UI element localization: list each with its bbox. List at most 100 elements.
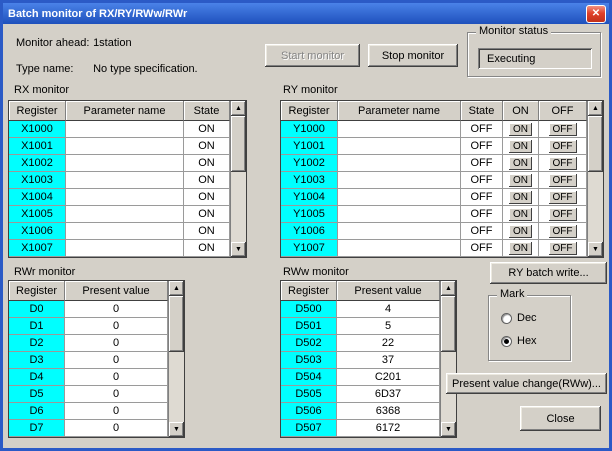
register-cell: Y1002: [281, 155, 338, 172]
scroll-thumb[interactable]: [169, 296, 184, 352]
ry-off-button[interactable]: OFF: [549, 225, 577, 238]
window-title: Batch monitor of RX/RY/RWw/RWr: [8, 8, 586, 20]
scroll-down-button[interactable]: ▼: [169, 422, 184, 437]
close-button[interactable]: Close: [520, 406, 601, 431]
ry-off-button[interactable]: OFF: [549, 242, 577, 255]
table-row: X1006ON: [9, 223, 230, 240]
ry-monitor-table: Register Parameter name State ON OFF Y10…: [280, 100, 604, 258]
register-cell: X1006: [9, 223, 66, 240]
scroll-down-button[interactable]: ▼: [231, 242, 246, 257]
rww-header-register: Register: [281, 281, 337, 301]
ry-on-button[interactable]: ON: [509, 208, 532, 221]
parameter-cell: [338, 189, 461, 206]
present-value-change-button[interactable]: Present value change(RWw)...: [446, 373, 607, 394]
ry-on-button[interactable]: ON: [509, 242, 532, 255]
scroll-up-icon: ▲: [235, 105, 242, 112]
parameter-cell: [338, 121, 461, 138]
table-row: Y1007 OFF ON OFF: [281, 240, 587, 257]
scroll-down-icon: ▼: [592, 246, 599, 253]
rww-header-row: Register Present value: [281, 281, 440, 301]
parameter-cell: [66, 223, 184, 240]
register-cell: X1005: [9, 206, 66, 223]
parameter-cell: [338, 155, 461, 172]
ry-off-button[interactable]: OFF: [549, 123, 577, 136]
ry-batch-write-button[interactable]: RY batch write...: [490, 262, 607, 284]
register-cell: D0: [9, 301, 65, 318]
scroll-down-icon: ▼: [445, 426, 452, 433]
ry-on-button[interactable]: ON: [509, 123, 532, 136]
table-row: X1001ON: [9, 138, 230, 155]
value-cell: 6D37: [337, 386, 440, 403]
table-row: D20: [9, 335, 168, 352]
vertical-scrollbar[interactable]: ▲ ▼: [168, 281, 184, 437]
rx-header-register: Register: [9, 101, 66, 121]
table-row: Y1001OFFONOFF: [281, 138, 587, 155]
ry-on-button[interactable]: ON: [509, 157, 532, 170]
table-row: Y1005OFFONOFF: [281, 206, 587, 223]
scroll-up-button[interactable]: ▲: [588, 101, 603, 116]
radio-option-hex[interactable]: Hex: [501, 335, 537, 347]
monitor-ahead-value: 1station: [93, 37, 132, 49]
parameter-cell: [66, 138, 184, 155]
register-cell: X1007: [9, 240, 66, 257]
ry-off-button[interactable]: OFF: [549, 140, 577, 153]
value-cell: 0: [65, 301, 168, 318]
ry-on-button[interactable]: ON: [509, 140, 532, 153]
table-row: D30: [9, 352, 168, 369]
vertical-scrollbar[interactable]: ▲ ▼: [440, 281, 456, 437]
table-row: Y1000OFFONOFF: [281, 121, 587, 138]
table-row: D60: [9, 403, 168, 420]
rx-header-state: State: [184, 101, 230, 121]
scroll-down-button[interactable]: ▼: [588, 242, 603, 257]
state-cell: ON: [184, 206, 230, 223]
register-cell: D1: [9, 318, 65, 335]
ry-on-button[interactable]: ON: [509, 225, 532, 238]
ry-on-button[interactable]: ON: [509, 174, 532, 187]
scroll-up-button[interactable]: ▲: [169, 281, 184, 296]
scroll-up-button[interactable]: ▲: [231, 101, 246, 116]
state-cell: OFF: [461, 240, 503, 257]
state-cell: ON: [184, 155, 230, 172]
register-cell: D504: [281, 369, 337, 386]
state-cell: OFF: [461, 155, 503, 172]
ry-off-button[interactable]: OFF: [549, 191, 577, 204]
ry-off-button[interactable]: OFF: [549, 208, 577, 221]
parameter-cell: [338, 138, 461, 155]
parameter-cell: [338, 240, 461, 257]
table-row: X1007ON: [9, 240, 230, 257]
rwr-monitor-table: Register Present value D00 D10 D20 D30 D…: [8, 280, 185, 438]
register-cell: X1001: [9, 138, 66, 155]
scroll-thumb[interactable]: [441, 296, 456, 352]
monitor-ahead-label: Monitor ahead:: [16, 37, 90, 49]
table-row: X1005 ON: [9, 206, 230, 223]
table-row: D5066368: [281, 403, 440, 420]
dec-radio-button[interactable]: [501, 313, 512, 324]
register-cell: X1003: [9, 172, 66, 189]
state-cell: ON: [184, 189, 230, 206]
hex-radio-label: Hex: [517, 335, 537, 347]
value-cell: 0: [65, 335, 168, 352]
table-row: D5076172: [281, 420, 440, 437]
parameter-cell: [66, 121, 184, 138]
register-cell: D506: [281, 403, 337, 420]
hex-radio-button[interactable]: [501, 336, 512, 347]
scroll-thumb[interactable]: [231, 116, 246, 172]
table-row: X1004ON: [9, 189, 230, 206]
scroll-up-button[interactable]: ▲: [441, 281, 456, 296]
register-cell: Y1007: [281, 240, 338, 257]
vertical-scrollbar[interactable]: ▲ ▼: [230, 101, 246, 257]
ry-on-button[interactable]: ON: [509, 191, 532, 204]
close-window-button[interactable]: ✕: [586, 5, 606, 23]
ry-off-button[interactable]: OFF: [549, 157, 577, 170]
scroll-down-button[interactable]: ▼: [441, 422, 456, 437]
value-cell: 0: [65, 386, 168, 403]
radio-option-dec[interactable]: Dec: [501, 312, 537, 324]
vertical-scrollbar[interactable]: ▲ ▼: [587, 101, 603, 257]
monitor-status-group-label: Monitor status: [476, 25, 551, 37]
scroll-thumb[interactable]: [588, 116, 603, 172]
ry-off-button[interactable]: OFF: [549, 174, 577, 187]
ry-header-parameter: Parameter name: [338, 101, 461, 121]
register-cell: Y1003: [281, 172, 338, 189]
stop-monitor-button[interactable]: Stop monitor: [368, 44, 458, 67]
table-row: D10: [9, 318, 168, 335]
